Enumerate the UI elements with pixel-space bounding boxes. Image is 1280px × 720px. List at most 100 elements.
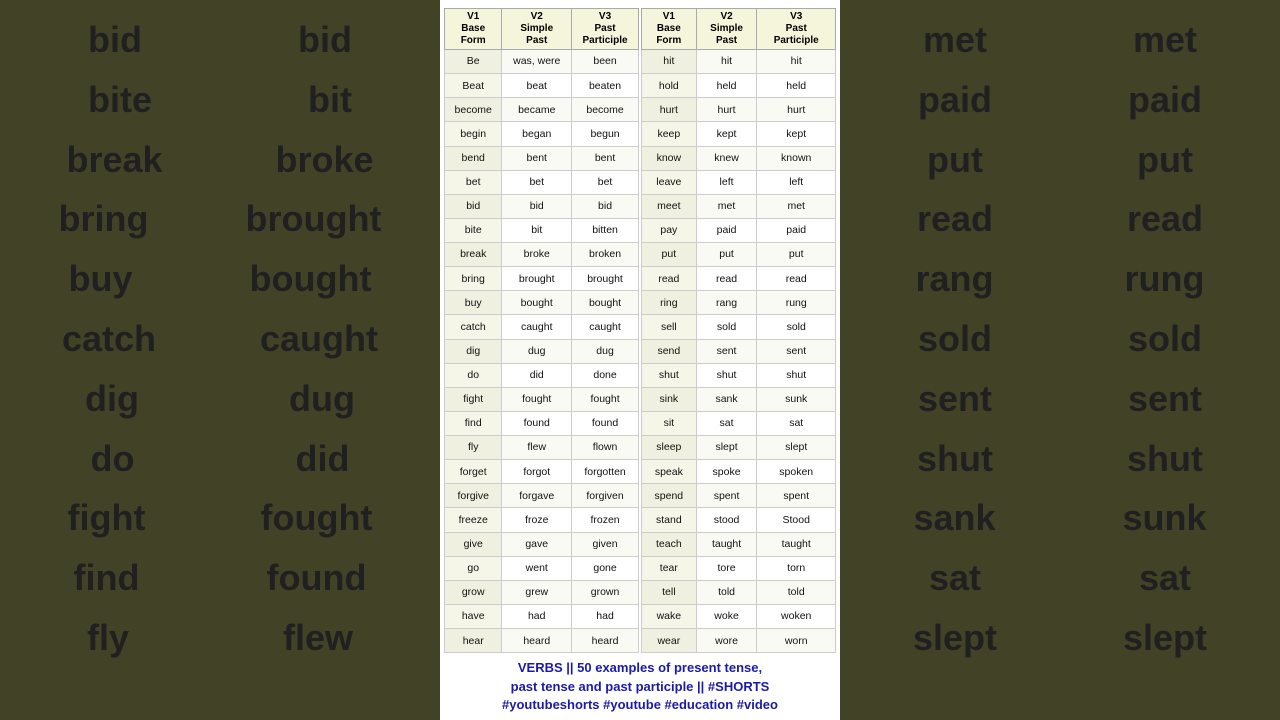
left-side-row: catchcaught: [0, 309, 440, 369]
table-row: leaveleftleft: [642, 170, 836, 194]
left-word-v1: bring: [59, 191, 149, 247]
right-side-row: readread: [840, 189, 1280, 249]
table-cell: left: [757, 170, 836, 194]
table-cell: begun: [572, 122, 639, 146]
table-row: speakspokespoken: [642, 460, 836, 484]
right-word-v2: put: [1137, 132, 1193, 188]
left-word-v1: bid: [88, 12, 142, 68]
table-row: wakewokewoken: [642, 604, 836, 628]
table-cell: met: [696, 194, 757, 218]
table-cell: dug: [502, 339, 572, 363]
table-row: teartoretorn: [642, 556, 836, 580]
table-cell: have: [445, 604, 502, 628]
table-cell: read: [642, 267, 697, 291]
table-cell: fought: [572, 387, 639, 411]
table-cell: forgot: [502, 460, 572, 484]
table-cell: read: [696, 267, 757, 291]
left-word-v2: did: [296, 431, 350, 487]
table-cell: tore: [696, 556, 757, 580]
table-header: V3PastParticiple: [757, 9, 836, 50]
table-cell: break: [445, 243, 502, 267]
table-cell: wear: [642, 629, 697, 653]
table-row: bendbentbent: [445, 146, 639, 170]
table-row: flyflewflown: [445, 436, 639, 460]
left-side-row: findfound: [0, 548, 440, 608]
right-word-v1: paid: [918, 72, 992, 128]
table-cell: found: [572, 411, 639, 435]
table-cell: gave: [502, 532, 572, 556]
table-cell: speak: [642, 460, 697, 484]
left-side-row: bringbrought: [0, 189, 440, 249]
table-row: teachtaughttaught: [642, 532, 836, 556]
table-cell: shut: [642, 363, 697, 387]
left-word-v1: dig: [85, 371, 139, 427]
left-word-v2: bit: [308, 72, 352, 128]
table-row: wearworeworn: [642, 629, 836, 653]
left-word-v2: broke: [275, 132, 373, 188]
table-row: telltoldtold: [642, 580, 836, 604]
table-row: becomebecamebecome: [445, 98, 639, 122]
table-cell: bring: [445, 267, 502, 291]
table-row: forgetforgotforgotten: [445, 460, 639, 484]
table-area: V1BaseFormV2SimplePastV3PastParticipleBe…: [440, 0, 840, 653]
table-cell: do: [445, 363, 502, 387]
right-word-v2: met: [1133, 12, 1197, 68]
table-cell: Be: [445, 50, 502, 74]
table-cell: bet: [445, 170, 502, 194]
right-word-v2: sat: [1139, 550, 1191, 606]
left-side-row: bitebit: [0, 70, 440, 130]
table-cell: sat: [696, 411, 757, 435]
table-cell: stand: [642, 508, 697, 532]
right-word-columns: metmetpaidpaidputputreadreadrangrungsold…: [840, 10, 1280, 668]
table-cell: hurt: [642, 98, 697, 122]
table-row: readreadread: [642, 267, 836, 291]
table-cell: bet: [502, 170, 572, 194]
table-cell: woken: [757, 604, 836, 628]
table-cell: hurt: [757, 98, 836, 122]
table-cell: caught: [572, 315, 639, 339]
right-side-row: metmet: [840, 10, 1280, 70]
verb-tables: V1BaseFormV2SimplePastV3PastParticipleBe…: [444, 8, 836, 653]
table-cell: fought: [502, 387, 572, 411]
table-cell: spoken: [757, 460, 836, 484]
table-header: V2SimplePast: [502, 9, 572, 50]
table-row: beginbeganbegun: [445, 122, 639, 146]
table-cell: paid: [696, 218, 757, 242]
table-cell: keep: [642, 122, 697, 146]
table-cell: slept: [696, 436, 757, 460]
left-word-v2: fought: [261, 490, 373, 546]
table-cell: had: [502, 604, 572, 628]
right-word-v1: sank: [913, 490, 995, 546]
table-cell: broken: [572, 243, 639, 267]
table-cell: dig: [445, 339, 502, 363]
table-row: holdheldheld: [642, 74, 836, 98]
table-cell: spend: [642, 484, 697, 508]
table-cell: was, were: [502, 50, 572, 74]
left-side-row: fightfought: [0, 488, 440, 548]
table-cell: bid: [445, 194, 502, 218]
table-cell: paid: [757, 218, 836, 242]
table-cell: tear: [642, 556, 697, 580]
table-cell: forgave: [502, 484, 572, 508]
table-cell: sink: [642, 387, 697, 411]
left-word-v2: bought: [250, 251, 372, 307]
table-cell: put: [642, 243, 697, 267]
left-word-v1: buy: [69, 251, 133, 307]
table-cell: grown: [572, 580, 639, 604]
table-cell: caught: [502, 315, 572, 339]
table-row: hithithit: [642, 50, 836, 74]
table-cell: taught: [757, 532, 836, 556]
table-row: meetmetmet: [642, 194, 836, 218]
table-row: growgrewgrown: [445, 580, 639, 604]
table-row: bitebitbitten: [445, 218, 639, 242]
table-row: spendspentspent: [642, 484, 836, 508]
table-cell: Stood: [757, 508, 836, 532]
table-cell: catch: [445, 315, 502, 339]
table-cell: send: [642, 339, 697, 363]
left-word-v1: find: [74, 550, 140, 606]
table-cell: spent: [757, 484, 836, 508]
table-cell: fly: [445, 436, 502, 460]
left-word-columns: bidbidbitebitbreakbrokebringbroughtbuybo…: [0, 10, 440, 668]
table-cell: sit: [642, 411, 697, 435]
right-word-v2: sent: [1128, 371, 1202, 427]
